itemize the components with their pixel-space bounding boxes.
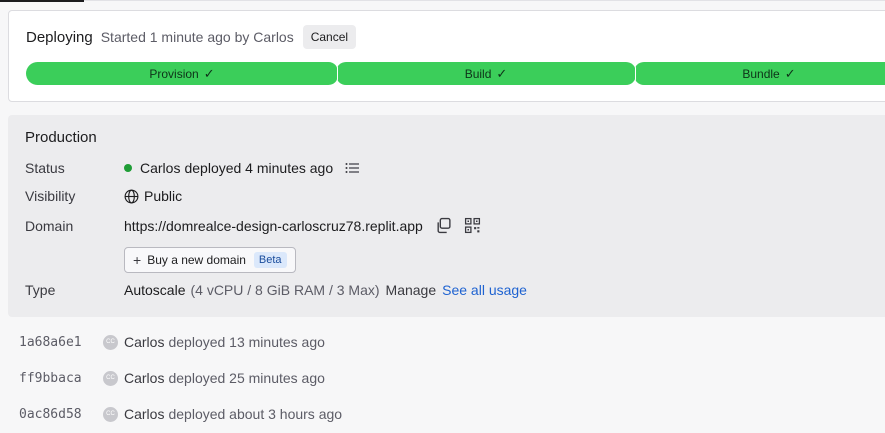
type-value: Autoscale (4 vCPU / 8 GiB RAM / 3 Max) M… bbox=[124, 282, 527, 298]
deploying-header: Deploying Started 1 minute ago by Carlos… bbox=[26, 25, 357, 49]
production-title: Production bbox=[25, 129, 97, 146]
commit-hash: ff9bbaca bbox=[19, 370, 82, 386]
history-row[interactable]: 1a68a6e1 CC Carlos deployed 13 minutes a… bbox=[19, 334, 325, 350]
visibility-value: Public bbox=[124, 188, 182, 204]
deploying-card: Deploying Started 1 minute ago by Carlos… bbox=[8, 10, 885, 102]
history-text: deployed 25 minutes ago bbox=[168, 370, 325, 386]
deploying-subtitle: Started 1 minute ago by Carlos bbox=[100, 29, 294, 45]
deploying-title: Deploying bbox=[26, 28, 93, 46]
stage-build: Build ✓ bbox=[336, 62, 636, 85]
domain-row: Domain https://domrealce-design-carloscr… bbox=[25, 217, 481, 234]
stage-separator bbox=[332, 62, 338, 85]
visibility-row: Visibility Public bbox=[25, 188, 182, 204]
history-user: Carlos bbox=[124, 406, 165, 422]
list-icon[interactable] bbox=[345, 162, 360, 174]
cancel-button[interactable]: Cancel bbox=[302, 25, 357, 49]
history-row[interactable]: 0ac86d58 CC Carlos deployed about 3 hour… bbox=[19, 406, 342, 422]
check-icon: ✓ bbox=[496, 65, 508, 81]
domain-value: https://domrealce-design-carloscruz78.re… bbox=[124, 217, 481, 234]
type-label: Type bbox=[25, 282, 56, 298]
type-name: Autoscale bbox=[124, 282, 186, 298]
stage-label: Build bbox=[464, 66, 492, 81]
history-text: deployed about 3 hours ago bbox=[168, 406, 343, 422]
buy-domain-label: Buy a new domain bbox=[147, 253, 246, 267]
check-icon: ✓ bbox=[784, 65, 796, 81]
stage-provision: Provision ✓ bbox=[26, 62, 338, 85]
plus-icon: + bbox=[133, 252, 142, 268]
type-specs: (4 vCPU / 8 GiB RAM / 3 Max) bbox=[190, 282, 380, 298]
globe-icon bbox=[124, 189, 139, 203]
history-user: Carlos bbox=[124, 370, 165, 386]
visibility-label: Visibility bbox=[25, 188, 76, 204]
history-row[interactable]: ff9bbaca CC Carlos deployed 25 minutes a… bbox=[19, 370, 325, 386]
stage-bundle: Bundle ✓ bbox=[634, 62, 885, 85]
buy-domain-button[interactable]: + Buy a new domain Beta bbox=[124, 247, 296, 273]
production-panel: Production Status Carlos deployed 4 minu… bbox=[8, 115, 885, 317]
status-user: Carlos bbox=[140, 160, 181, 176]
avatar: CC bbox=[103, 406, 118, 422]
deploy-pipeline: Bundle ✓ Build ✓ Provision ✓ bbox=[26, 62, 885, 85]
history-text: deployed 13 minutes ago bbox=[168, 334, 325, 350]
avatar: CC bbox=[103, 334, 118, 350]
qr-code-icon[interactable] bbox=[464, 217, 481, 234]
stage-label: Provision bbox=[149, 66, 199, 81]
active-tab-indicator bbox=[0, 0, 84, 2]
status-dot-icon bbox=[124, 164, 132, 172]
see-all-usage-link[interactable]: See all usage bbox=[442, 282, 527, 298]
type-row: Type Autoscale (4 vCPU / 8 GiB RAM / 3 M… bbox=[25, 282, 527, 298]
status-value: Carlos deployed 4 minutes ago bbox=[124, 160, 360, 176]
beta-badge: Beta bbox=[253, 252, 287, 268]
check-icon: ✓ bbox=[203, 65, 215, 81]
stage-separator bbox=[630, 62, 636, 85]
commit-hash: 0ac86d58 bbox=[19, 406, 82, 422]
history-user: Carlos bbox=[124, 334, 165, 350]
domain-link[interactable]: https://domrealce-design-carloscruz78.re… bbox=[124, 218, 423, 234]
manage-link[interactable]: Manage bbox=[386, 282, 437, 298]
visibility-text: Public bbox=[144, 188, 183, 204]
stage-label: Bundle bbox=[742, 66, 780, 81]
top-divider bbox=[84, 0, 885, 1]
status-text: deployed 4 minutes ago bbox=[184, 160, 334, 176]
avatar: CC bbox=[103, 370, 118, 386]
domain-label: Domain bbox=[25, 217, 74, 234]
status-row: Status Carlos deployed 4 minutes ago bbox=[25, 160, 360, 176]
copy-icon[interactable] bbox=[435, 217, 452, 234]
status-label: Status bbox=[25, 160, 65, 176]
commit-hash: 1a68a6e1 bbox=[19, 334, 82, 350]
